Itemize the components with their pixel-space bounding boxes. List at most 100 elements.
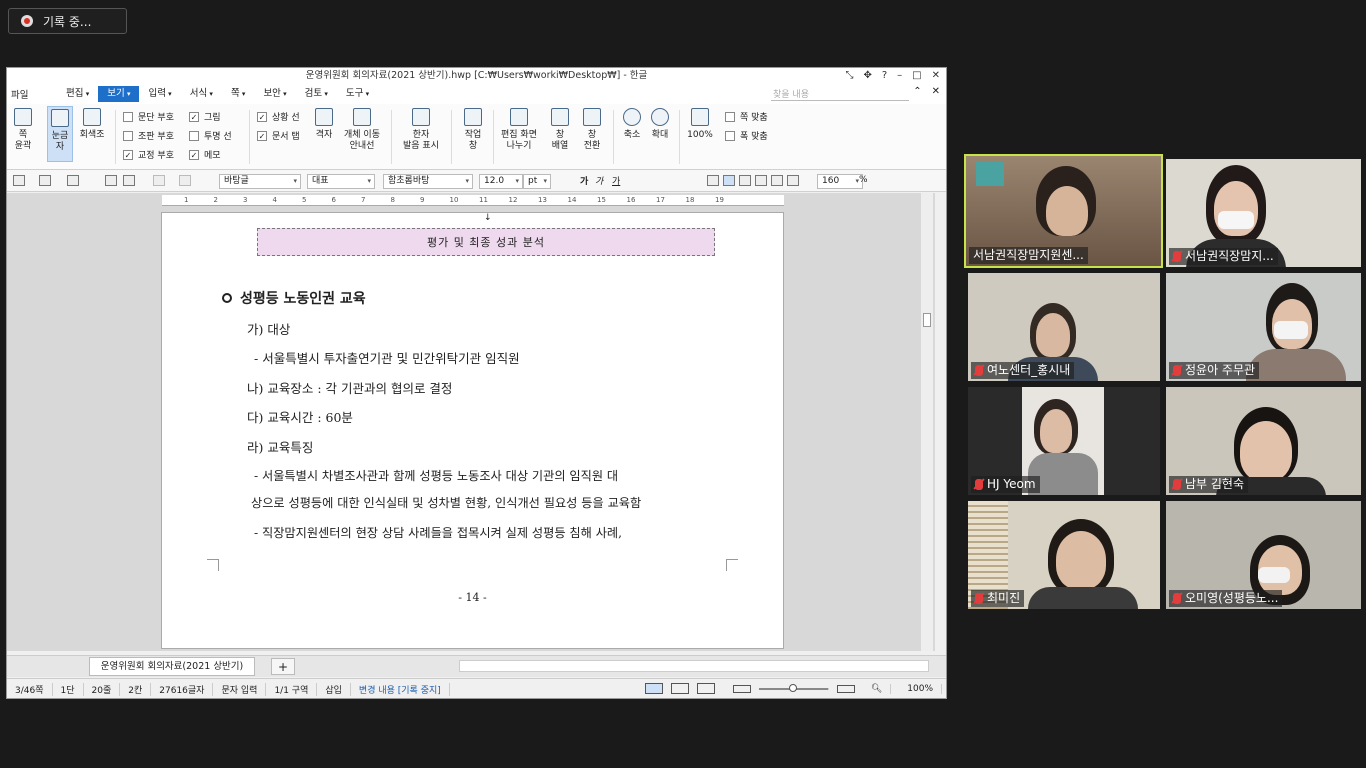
zoom-out-button[interactable]: 축소 <box>619 108 645 141</box>
participant-tile[interactable]: 여노센터_홍시내 <box>968 273 1160 381</box>
menu-security[interactable]: 보안 <box>254 86 295 102</box>
zoom-plus-icon[interactable] <box>836 684 855 693</box>
search-input[interactable]: 찾을 내용 <box>771 87 909 101</box>
menu-insert[interactable]: 입력 <box>139 86 180 102</box>
check-picture[interactable]: ✓ 그림 <box>189 110 221 123</box>
zoom-minus-icon[interactable] <box>732 684 751 693</box>
participant-tile[interactable]: 최미진 <box>968 501 1160 609</box>
status-insert[interactable]: 삽입 <box>317 682 351 696</box>
align-split-icon[interactable] <box>787 175 799 186</box>
grayscale-button[interactable]: 회색조 <box>77 108 107 141</box>
switch-window-button[interactable]: 창 전환 <box>579 108 605 152</box>
checkbox[interactable]: ✓ <box>123 149 133 160</box>
status-mode[interactable]: 문자 입력 <box>213 682 267 696</box>
vertical-scrollbar[interactable] <box>921 193 933 651</box>
resize-icon[interactable]: ⤡ <box>845 68 853 84</box>
help-icon[interactable]: ? <box>882 68 887 84</box>
print-icon[interactable] <box>105 175 117 186</box>
status-track-changes[interactable]: 변경 내용 [기록 중지] <box>351 682 450 696</box>
language-select[interactable]: 대표 <box>307 174 375 189</box>
align-left-icon[interactable] <box>723 175 735 186</box>
align-distribute-icon[interactable] <box>771 175 783 186</box>
add-tab-button[interactable]: + <box>271 658 295 675</box>
menu-format[interactable]: 서식 <box>181 86 222 102</box>
grid-button[interactable]: 격자 <box>311 108 337 141</box>
doc-close-icon[interactable]: ✕ <box>932 86 940 97</box>
participant-tile[interactable]: 정윤아 주무관 <box>1166 273 1361 381</box>
menu-tools[interactable]: 도구 <box>337 86 378 102</box>
menu-page[interactable]: 쪽 <box>222 86 255 102</box>
font-select[interactable]: 함초롬바탕 <box>383 174 473 189</box>
maximize-button[interactable]: □ <box>912 68 921 84</box>
redo-icon[interactable] <box>179 175 191 186</box>
recording-indicator[interactable]: 기록 중... <box>8 8 127 34</box>
close-button[interactable]: ✕ <box>932 68 940 84</box>
move-icon[interactable]: ✥ <box>863 68 871 84</box>
align-right-icon[interactable] <box>755 175 767 186</box>
minimize-button[interactable]: – <box>897 68 902 84</box>
status-zoom[interactable]: 100% <box>899 683 942 694</box>
check-paragraph-mark[interactable]: 문단 부호 <box>123 110 174 123</box>
object-move-guide-button[interactable]: 개체 이동 안내선 <box>341 108 383 152</box>
checkbox[interactable] <box>123 130 133 141</box>
zoom-input[interactable]: 160 <box>817 174 863 189</box>
menu-file[interactable]: 파일 <box>7 87 57 101</box>
checkbox[interactable] <box>189 130 199 141</box>
full-view-icon[interactable] <box>670 683 689 694</box>
arrange-window-button[interactable]: 창 배열 <box>547 108 573 152</box>
checkbox[interactable]: ✓ <box>257 111 267 122</box>
italic-button[interactable]: 가 <box>595 174 603 187</box>
align-justify-icon[interactable] <box>707 175 719 186</box>
bold-button[interactable]: 가 <box>580 174 588 187</box>
normal-view-icon[interactable] <box>644 683 663 694</box>
check-status-line[interactable]: ✓ 상황 선 <box>257 110 300 123</box>
fit-page-button[interactable]: 폭 맞춤 <box>725 129 768 142</box>
zoom-slider[interactable] <box>758 683 829 692</box>
check-doc-tab[interactable]: ✓ 문서 탭 <box>257 129 300 142</box>
save-icon[interactable] <box>67 175 79 186</box>
participant-tile[interactable]: 서남권직장맘지원센... <box>964 154 1163 268</box>
participant-tile[interactable]: 남부 김현숙 <box>1166 387 1361 495</box>
web-view-icon[interactable] <box>696 683 715 694</box>
menu-review[interactable]: 검토 <box>296 86 337 102</box>
page-outline-button[interactable]: 쪽 윤곽 <box>11 108 35 152</box>
split-screen-button[interactable]: 편집 화면 나누기 <box>499 108 539 152</box>
underline-button[interactable]: 가 <box>612 174 620 187</box>
status-page[interactable]: 3/46쪽 <box>7 682 53 696</box>
check-proof-mark[interactable]: ✓ 교정 부호 <box>123 148 174 161</box>
participant-tile[interactable]: 오미영(성평등노... <box>1166 501 1361 609</box>
preview-icon[interactable] <box>123 175 135 186</box>
fit-width-button[interactable]: 쪽 맞춤 <box>725 110 768 123</box>
document-tab[interactable]: 운영위원회 회의자료(2021 상반기) <box>89 657 255 676</box>
zoom-in-button[interactable]: 확대 <box>647 108 673 141</box>
check-transparent-line[interactable]: 투명 선 <box>189 129 232 142</box>
participant-tile[interactable]: HJ Yeom <box>968 387 1160 495</box>
checkbox[interactable]: ✓ <box>189 149 199 160</box>
zoom-100-button[interactable]: 100% <box>685 108 715 141</box>
checkbox[interactable]: ✓ <box>189 111 199 122</box>
new-doc-icon[interactable] <box>13 175 25 186</box>
document-page[interactable]: ↓ 평가 및 최종 성과 분석 성평등 노동인권 교육 가) 대상 - 서울특별… <box>161 212 784 649</box>
participant-tile[interactable]: 서남권직장맘지... <box>1166 159 1361 267</box>
check-memo[interactable]: ✓ 메모 <box>189 148 221 161</box>
horizontal-scrollbar[interactable] <box>459 660 929 672</box>
hanja-button[interactable]: 한자 발음 표시 <box>399 108 443 152</box>
menu-view[interactable]: 보기 <box>98 86 140 102</box>
work-window-button[interactable]: 작업 창 <box>459 108 487 152</box>
document-area[interactable]: 1 2 3 4 5 6 7 8 9 10 11 12 13 14 15 16 17 18 19 ↓ 평가 및 최종 … <box>7 193 935 651</box>
menu-edit[interactable]: 편집 <box>57 86 98 102</box>
align-center-icon[interactable] <box>739 175 751 186</box>
checkbox[interactable] <box>123 111 133 122</box>
undo-icon[interactable] <box>153 175 165 186</box>
font-unit-select[interactable]: pt <box>523 174 551 189</box>
horizontal-ruler[interactable]: 1 2 3 4 5 6 7 8 9 10 11 12 13 14 15 16 17 18 19 <box>162 195 784 206</box>
font-size-input[interactable]: 12.0 <box>479 174 523 189</box>
ruler-button[interactable]: 눈금자 <box>47 106 73 162</box>
open-folder-icon[interactable] <box>39 175 51 186</box>
style-select[interactable]: 바탕글 <box>219 174 301 189</box>
scroll-thumb[interactable] <box>923 313 931 327</box>
checkbox[interactable]: ✓ <box>257 130 267 141</box>
collapse-ribbon-icon[interactable]: ⌃ <box>913 86 921 97</box>
search-icon[interactable]: 🔍︎ <box>863 683 892 694</box>
check-layout-mark[interactable]: 조판 부호 <box>123 129 174 142</box>
